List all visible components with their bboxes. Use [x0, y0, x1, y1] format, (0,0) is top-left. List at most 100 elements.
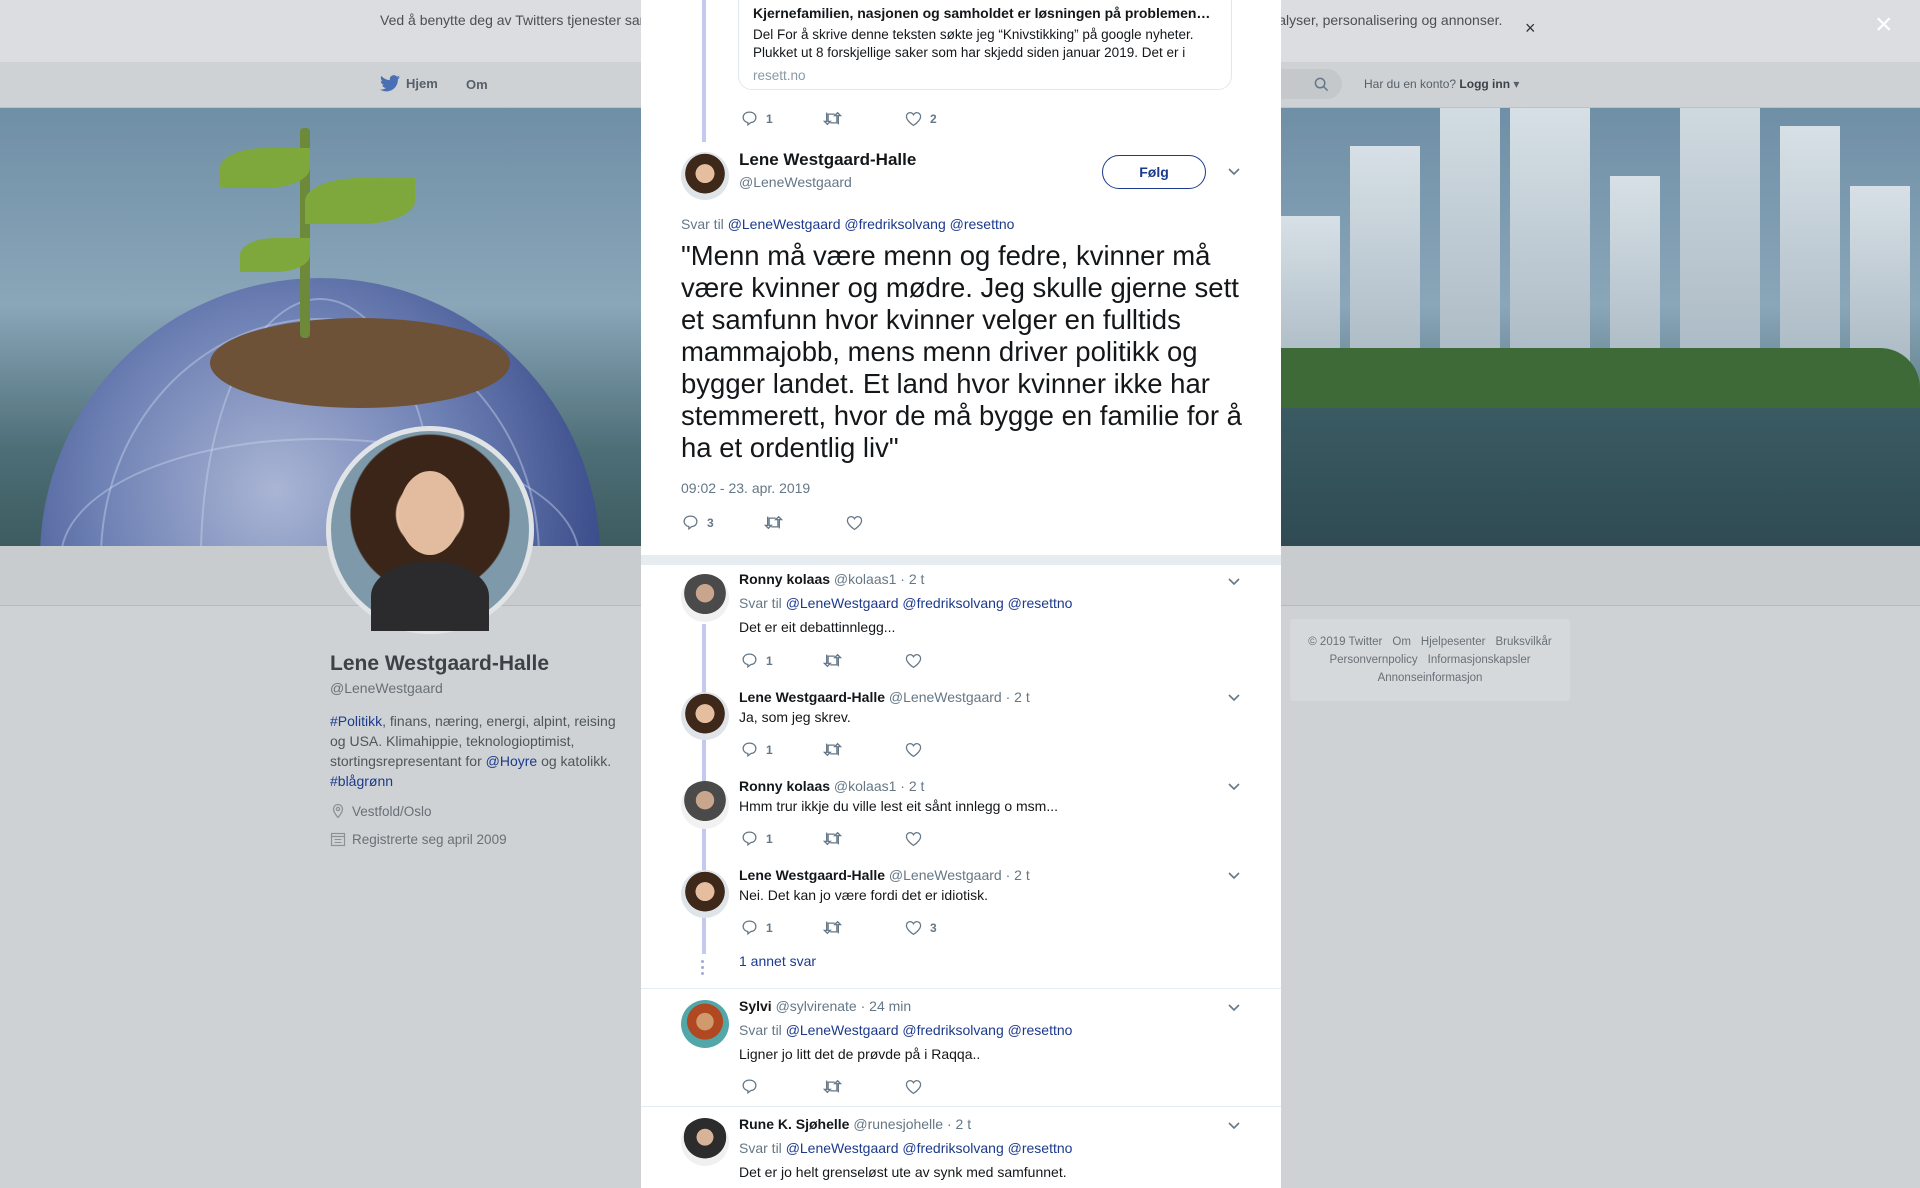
reply-avatar[interactable]	[681, 574, 729, 622]
profile-handle: @LeneWestgaard	[330, 680, 443, 696]
hashtag-link[interactable]: #Politikk	[330, 713, 382, 729]
login-prompt: Har du en konto?	[1364, 77, 1457, 91]
reply-button[interactable]: 1	[741, 110, 823, 127]
search-icon[interactable]	[1314, 77, 1329, 92]
reply-header: Lene Westgaard-Halle @LeneWestgaard · 2 …	[739, 867, 1030, 883]
reply-header: Sylvi @sylvirenate · 24 min	[739, 998, 912, 1014]
footer-link-terms[interactable]: Bruksvilkår	[1495, 636, 1551, 648]
author-handle[interactable]: @LeneWestgaard	[739, 174, 852, 190]
link-card-title: Kjernefamilien, nasjonen og samholdet er…	[753, 5, 1217, 21]
heart-icon	[905, 653, 922, 668]
caret-down-icon[interactable]: ▾	[1510, 77, 1519, 91]
reply-avatar[interactable]	[681, 692, 729, 740]
reply-avatar[interactable]	[681, 1000, 729, 1048]
tweet-actions	[741, 1078, 987, 1095]
retweet-button[interactable]	[823, 110, 905, 127]
footer-link-privacy[interactable]: Personvernpolicy	[1329, 654, 1417, 666]
retweet-button[interactable]	[823, 830, 905, 847]
reply-header: Lene Westgaard-Halle @LeneWestgaard · 2 …	[739, 689, 1030, 705]
profile-name: Lene Westgaard-Halle	[330, 652, 550, 675]
heart-icon	[905, 742, 922, 757]
chevron-down-icon[interactable]	[1227, 868, 1241, 882]
retweet-icon	[823, 742, 842, 757]
heart-icon	[905, 920, 922, 935]
chevron-down-icon[interactable]	[1227, 1000, 1241, 1014]
like-button[interactable]	[905, 653, 987, 669]
retweet-icon	[764, 515, 783, 530]
tweet-actions: 3	[682, 514, 928, 531]
tweet-timestamp[interactable]: 09:02 - 23. apr. 2019	[681, 480, 810, 496]
retweet-button[interactable]	[823, 652, 905, 669]
reply-button[interactable]: 1	[741, 830, 823, 847]
login-link[interactable]: Logg inn	[1459, 77, 1510, 91]
tweet-actions: 1	[741, 741, 987, 758]
heart-icon	[905, 1079, 922, 1094]
reply-avatar[interactable]	[681, 870, 729, 918]
reply-avatar[interactable]	[681, 781, 729, 829]
retweet-button[interactable]	[823, 1078, 905, 1095]
reply-text: Hmm trur ikkje du ville lest eit sånt in…	[739, 798, 1058, 814]
mention-link[interactable]: @Hoyre	[486, 753, 538, 769]
retweet-icon	[823, 1079, 842, 1094]
profile-bio: #Politikk, finans, næring, energi, alpin…	[330, 713, 616, 789]
reply-button[interactable]: 1	[741, 741, 823, 758]
reply-button[interactable]: 1	[741, 919, 823, 936]
like-button[interactable]	[905, 742, 987, 758]
retweet-icon	[823, 831, 842, 846]
like-button[interactable]: 3	[905, 920, 987, 936]
reply-text: Nei. Det kan jo være fordi det er idioti…	[739, 887, 988, 903]
retweet-button[interactable]	[823, 741, 905, 758]
reply-button[interactable]	[741, 1078, 823, 1095]
chevron-down-icon[interactable]	[1227, 690, 1241, 704]
author-avatar[interactable]	[681, 152, 729, 200]
link-card-domain: resett.no	[753, 68, 806, 83]
link-card[interactable]: Kjernefamilien, nasjonen og samholdet er…	[738, 0, 1232, 90]
chevron-down-icon[interactable]	[1227, 164, 1241, 178]
close-icon[interactable]: ×	[1875, 10, 1893, 40]
reply-context: Svar til @LeneWestgaard @fredriksolvang …	[681, 216, 1015, 232]
reply-avatar[interactable]	[681, 1118, 729, 1166]
tweet-text: "Menn må være menn og fedre, kvinner må …	[681, 240, 1242, 463]
like-button[interactable]	[846, 515, 928, 531]
retweet-button[interactable]	[823, 919, 905, 936]
reply-mentions[interactable]: @LeneWestgaard @fredriksolvang @resettno	[728, 216, 1015, 232]
chevron-down-icon[interactable]	[1227, 574, 1241, 588]
profile-avatar[interactable]	[326, 426, 534, 634]
location-pin-icon	[332, 803, 344, 819]
nav-home-link[interactable]: Hjem	[380, 75, 438, 92]
chevron-down-icon[interactable]	[1227, 1118, 1241, 1132]
reply-icon	[683, 515, 698, 531]
footer-link-help[interactable]: Hjelpesenter	[1421, 636, 1486, 648]
nav-about-link[interactable]: Om	[466, 77, 488, 92]
retweet-icon	[823, 920, 842, 935]
profile-location: Vestfold/Oslo	[330, 803, 432, 819]
like-button[interactable]	[905, 1079, 987, 1095]
nav-home-label: Hjem	[406, 76, 438, 91]
reply-text: Ligner jo litt det de prøvde på i Raqqa.…	[739, 1046, 981, 1062]
reply-button[interactable]: 3	[682, 514, 764, 531]
footer-link-ads[interactable]: Annonseinformasjon	[1378, 672, 1483, 684]
like-button[interactable]	[905, 831, 987, 847]
footer-links: © 2019 Twitter Om Hjelpesenter Bruksvilkår …	[1290, 619, 1570, 701]
hashtag-link[interactable]: #blågrønn	[330, 773, 393, 789]
reply-icon	[742, 1079, 757, 1095]
tweet-actions: 1	[741, 652, 987, 669]
calendar-icon	[330, 832, 346, 847]
chevron-down-icon[interactable]	[1227, 779, 1241, 793]
reply-icon	[742, 831, 757, 847]
like-button[interactable]: 2	[905, 111, 987, 127]
footer-link-cookies[interactable]: Informasjonskapsler	[1428, 654, 1531, 666]
reply-context: Svar til @LeneWestgaard @fredriksolvang …	[739, 595, 1073, 611]
retweet-button[interactable]	[764, 514, 846, 531]
reply-icon	[742, 920, 757, 936]
author-name[interactable]: Lene Westgaard-Halle	[739, 150, 916, 170]
footer-link-about[interactable]: Om	[1392, 636, 1411, 648]
reply-text: Ja, som jeg skrev.	[739, 709, 851, 725]
follow-button[interactable]: Følg	[1102, 155, 1206, 189]
reply-button[interactable]: 1	[741, 652, 823, 669]
cookie-close-icon[interactable]: ×	[1525, 18, 1536, 39]
tweet-actions: 1 2	[741, 110, 987, 127]
reply-header: Ronny kolaas @kolaas1 · 2 t	[739, 778, 925, 794]
more-replies-link[interactable]: 1 annet svar	[739, 953, 816, 969]
reply-text: Det er jo helt grenseløst ute av synk me…	[739, 1164, 1067, 1180]
